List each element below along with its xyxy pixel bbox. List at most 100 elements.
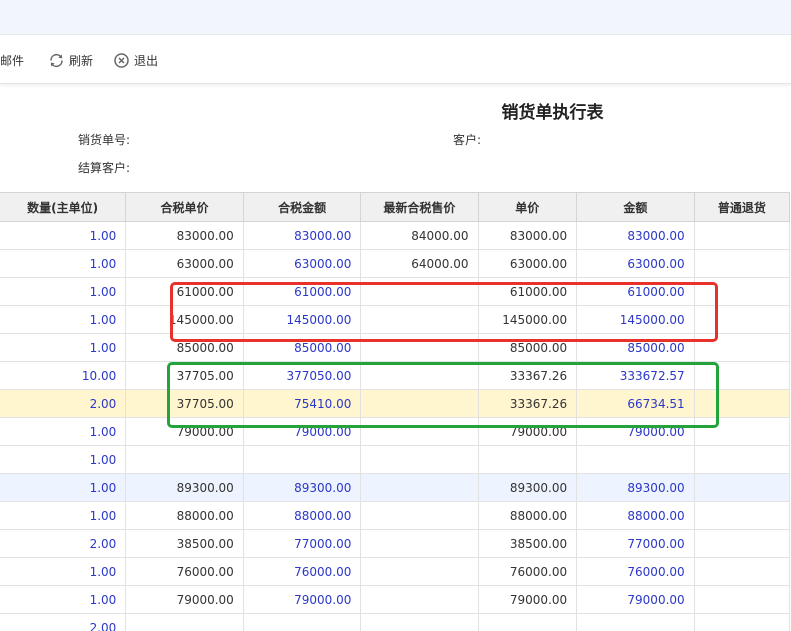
top-bar (0, 0, 791, 35)
column-header[interactable]: 金额 (576, 192, 695, 222)
close-circle-icon (114, 52, 129, 68)
table-row[interactable]: 1.00 83000.00 83000.00 84000.00 83000.00 8300… (0, 221, 791, 250)
table-cell (693, 473, 791, 502)
table-cell: 2.00 (0, 529, 127, 558)
table-cell (360, 389, 479, 418)
table-cell: 84000.00 (360, 221, 479, 250)
table-cell: 89300.00 (576, 473, 695, 502)
table-cell (693, 501, 791, 530)
table-cell (360, 529, 479, 558)
table-cell (125, 613, 244, 631)
table-cell: 1.00 (0, 277, 127, 306)
table-cell: 79000.00 (125, 417, 244, 446)
table-cell: 61000.00 (125, 277, 244, 306)
table-cell: 88000.00 (125, 501, 244, 530)
table-cell: 79000.00 (477, 585, 578, 614)
table-cell (693, 529, 791, 558)
table-cell (360, 557, 479, 586)
table-row[interactable]: 2.00 38500.00 77000.00 38500.00 77000.00 (0, 529, 791, 558)
table-row[interactable]: 2.00 37705.00 75410.00 33367.26 66734.51 (0, 389, 791, 418)
refresh-label: 刷新 (69, 53, 94, 68)
table-cell: 83000.00 (125, 221, 244, 250)
table-row[interactable]: 1.00 76000.00 76000.00 76000.00 76000.00 (0, 557, 791, 586)
table-cell: 61000.00 (242, 277, 362, 306)
table-cell: 1.00 (0, 417, 127, 446)
table-cell (576, 613, 695, 631)
table-cell (693, 417, 791, 446)
table-cell: 38500.00 (125, 529, 244, 558)
column-header[interactable]: 数量(主单位) (0, 192, 127, 222)
table-cell: 1.00 (0, 249, 127, 278)
refresh-icon (50, 53, 63, 67)
table-cell: 1.00 (0, 585, 127, 614)
column-header[interactable]: 合税单价 (125, 192, 244, 222)
column-header[interactable]: 单价 (477, 192, 578, 222)
table-cell: 333672.57 (576, 361, 695, 390)
exit-label: 退出 (134, 53, 159, 68)
table-row[interactable]: 2.00 (0, 613, 791, 631)
column-header[interactable]: 最新合税售价 (360, 192, 479, 222)
table-cell (477, 613, 578, 631)
table-cell: 88000.00 (576, 501, 695, 530)
table-row[interactable]: 1.00 88000.00 88000.00 88000.00 88000.00 (0, 501, 791, 530)
table-row[interactable]: 1.00 61000.00 61000.00 61000.00 61000.00 (0, 277, 791, 306)
table-cell (693, 557, 791, 586)
table-cell: 145000.00 (242, 305, 362, 334)
table-cell: 1.00 (0, 473, 127, 502)
table-row[interactable]: 1.00 (0, 445, 791, 474)
column-header[interactable]: 合税金额 (242, 192, 362, 222)
table-cell: 88000.00 (242, 501, 362, 530)
toolbar: 送邮件 刷新 退出 (0, 35, 791, 84)
table-cell: 79000.00 (242, 417, 362, 446)
table-cell: 85000.00 (242, 333, 362, 362)
table-cell: 89300.00 (125, 473, 244, 502)
table-cell: 1.00 (0, 501, 127, 530)
table-cell: 2.00 (0, 389, 127, 418)
table-row[interactable]: 1.00 145000.00 145000.00 145000.00 145000.00 (0, 305, 791, 334)
send-email-button[interactable]: 送邮件 (0, 51, 24, 69)
table-cell: 76000.00 (477, 557, 578, 586)
table-row[interactable]: 1.00 79000.00 79000.00 79000.00 79000.00 (0, 417, 791, 446)
table-cell (125, 445, 244, 474)
table-cell: 85000.00 (477, 333, 578, 362)
refresh-button[interactable]: 刷新 (48, 51, 93, 69)
table-cell (242, 445, 362, 474)
table-cell (360, 585, 479, 614)
table-cell (360, 277, 479, 306)
table-row[interactable]: 1.00 79000.00 79000.00 79000.00 79000.00 (0, 585, 791, 614)
execution-table: 数量(主单位) 合税单价 合税金额 最新合税售价 单价 金额 普通退货 1.00… (0, 192, 791, 631)
column-header[interactable]: 普通退货 (693, 192, 791, 222)
table-row[interactable]: 10.00 37705.00 377050.00 33367.26 333672.57 (0, 361, 791, 390)
table-cell (693, 305, 791, 334)
table-cell (693, 585, 791, 614)
table-cell: 89300.00 (477, 473, 578, 502)
table-cell (693, 333, 791, 362)
table-cell: 63000.00 (242, 249, 362, 278)
table-cell (693, 389, 791, 418)
exit-button[interactable]: 退出 (113, 51, 158, 69)
table-cell: 79000.00 (576, 417, 695, 446)
table-cell: 83000.00 (576, 221, 695, 250)
table-cell: 76000.00 (576, 557, 695, 586)
table-cell: 38500.00 (477, 529, 578, 558)
table-cell: 61000.00 (576, 277, 695, 306)
table-cell: 89300.00 (242, 473, 362, 502)
table-cell: 63000.00 (477, 249, 578, 278)
table-cell (693, 445, 791, 474)
table-cell: 85000.00 (125, 333, 244, 362)
table-cell: 37705.00 (125, 389, 244, 418)
table-cell: 63000.00 (576, 249, 695, 278)
table-cell: 10.00 (0, 361, 127, 390)
table-row[interactable]: 1.00 63000.00 63000.00 64000.00 63000.00 6300… (0, 249, 791, 278)
send-email-label: 送邮件 (0, 53, 25, 68)
table-cell (693, 249, 791, 278)
table-cell (360, 473, 479, 502)
table-row[interactable]: 1.00 89300.00 89300.00 89300.00 89300.00 (0, 473, 791, 502)
table-row[interactable]: 1.00 85000.00 85000.00 85000.00 85000.00 (0, 333, 791, 362)
table-cell: 75410.00 (242, 389, 362, 418)
table-cell: 145000.00 (125, 305, 244, 334)
table-cell: 377050.00 (242, 361, 362, 390)
table-cell: 1.00 (0, 305, 127, 334)
table-cell: 77000.00 (242, 529, 362, 558)
table-cell: 1.00 (0, 445, 127, 474)
